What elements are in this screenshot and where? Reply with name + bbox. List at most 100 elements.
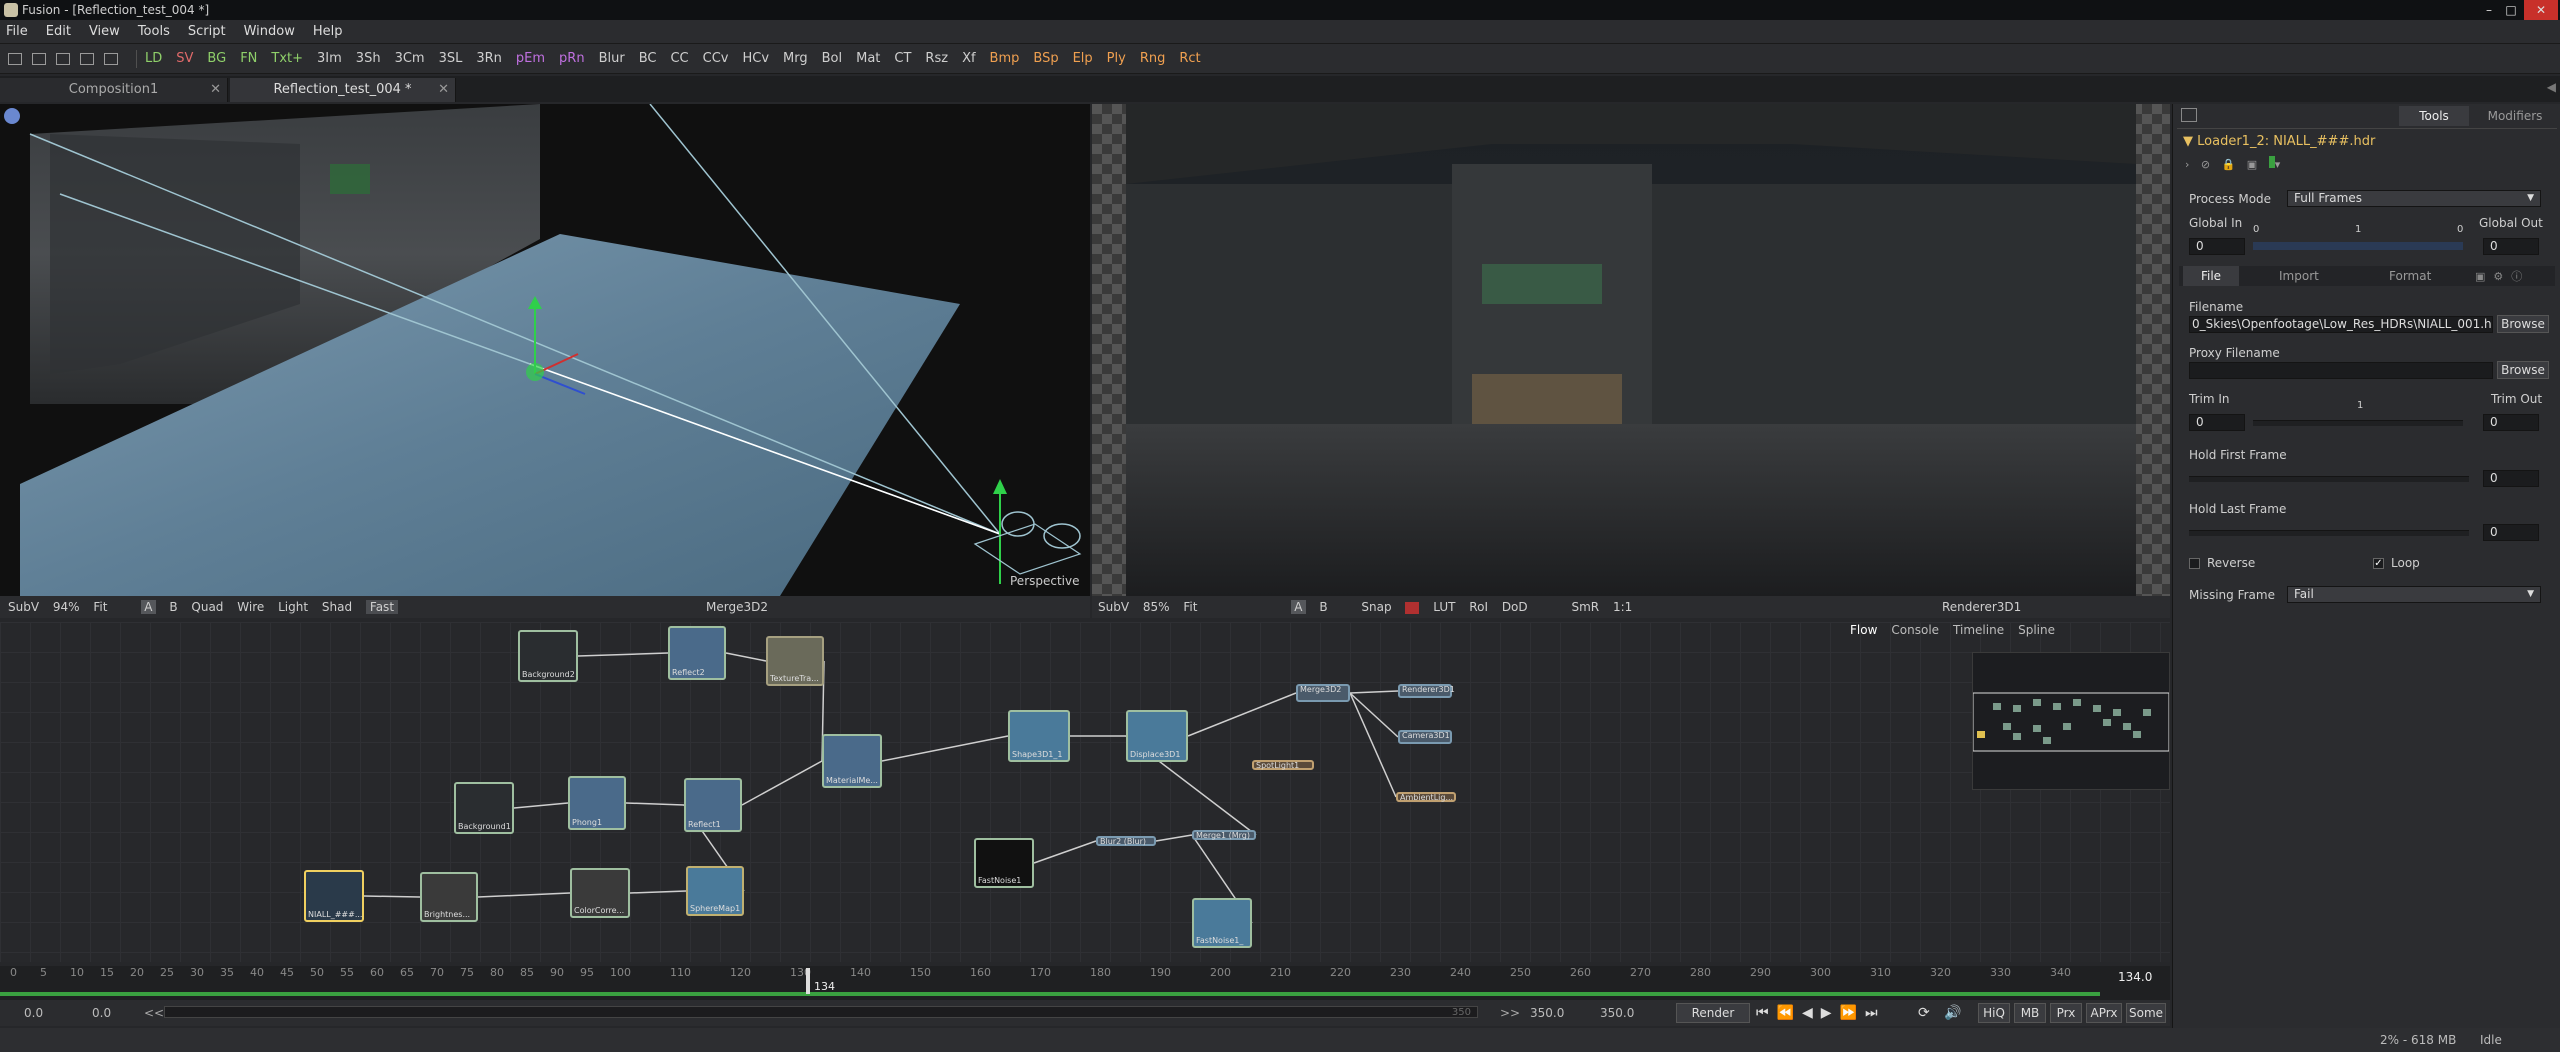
tool-button-ccv[interactable]: CCv — [703, 51, 729, 66]
tool-button-3rn[interactable]: 3Rn — [476, 51, 502, 66]
loop-icon[interactable]: ⟳ — [1918, 1000, 1930, 1026]
close-tab-icon[interactable]: ✕ — [210, 78, 221, 102]
subtab-import[interactable]: Import — [2279, 266, 2319, 286]
tool-button-3sl[interactable]: 3SL — [439, 51, 463, 66]
navigator-viewport[interactable] — [1972, 692, 2170, 752]
tool-button-mrg[interactable]: Mrg — [783, 51, 808, 66]
tool-button-cc[interactable]: CC — [670, 51, 688, 66]
close-tab-icon[interactable]: ✕ — [438, 78, 449, 102]
shadow-button[interactable]: Shad — [322, 600, 352, 614]
tool-control-icons[interactable]: › ⊘ 🔒 ▣ ▾ — [2185, 156, 2325, 171]
a-channel-button[interactable]: A — [1291, 600, 1306, 614]
menu-view[interactable]: View — [89, 24, 120, 39]
tool-button-xf[interactable]: Xf — [962, 51, 975, 66]
tool-button-mat[interactable]: Mat — [856, 51, 880, 66]
b-channel-button[interactable]: B — [1319, 600, 1327, 614]
hold-last-field[interactable]: 0 — [2483, 524, 2539, 541]
prx-button[interactable]: Prx — [2050, 1003, 2082, 1023]
menu-window[interactable]: Window — [244, 24, 295, 39]
tool-button-rsz[interactable]: Rsz — [925, 51, 948, 66]
render-button[interactable]: Render — [1676, 1003, 1750, 1023]
fit-button[interactable]: Fit — [93, 600, 107, 614]
tool-button-bc[interactable]: BC — [639, 51, 657, 66]
trim-in-field[interactable]: 0 — [2189, 414, 2245, 431]
trim-out-field[interactable]: 0 — [2483, 414, 2539, 431]
tab-tools[interactable]: Tools — [2399, 106, 2469, 126]
some-button[interactable]: Some — [2126, 1003, 2166, 1023]
tool-button-bsp[interactable]: BSp — [1033, 51, 1058, 66]
lock-layout-icon[interactable] — [104, 52, 118, 65]
tool-button-bmp[interactable]: Bmp — [990, 51, 1020, 66]
missing-frame-dropdown[interactable]: Fail ▼ — [2287, 586, 2541, 603]
dod-button[interactable]: DoD — [1502, 600, 1528, 614]
aprx-button[interactable]: APrx — [2086, 1003, 2122, 1023]
tool-button-rng[interactable]: Rng — [1140, 51, 1166, 66]
minimize-icon[interactable]: – — [2478, 0, 2500, 20]
tab-flow[interactable]: Flow — [1850, 623, 1877, 643]
left-viewer[interactable]: Perspective — [0, 103, 1090, 596]
end-frame-field[interactable]: 134.0 — [2118, 970, 2152, 984]
tab-timeline[interactable]: Timeline — [1953, 623, 2004, 643]
global-start-field[interactable]: 0.0 — [24, 1000, 43, 1026]
tool-button-ply[interactable]: Ply — [1107, 51, 1126, 66]
subtab-file[interactable]: File — [2183, 266, 2239, 286]
fit-button[interactable]: Fit — [1183, 600, 1197, 614]
wire-button[interactable]: Wire — [237, 600, 264, 614]
subview-button[interactable]: SubV — [8, 600, 39, 614]
zoom-level[interactable]: 85% — [1143, 600, 1170, 614]
color-swatch-icon[interactable] — [1405, 601, 1420, 614]
browse-filename-button[interactable]: Browse — [2497, 315, 2549, 333]
light-button[interactable]: Light — [278, 600, 308, 614]
scroll-right-icon[interactable]: >> — [1500, 1000, 1520, 1026]
tool-button-sv[interactable]: SV — [176, 51, 193, 66]
tab-reflection-test[interactable]: Reflection_test_004 * ✕ — [230, 78, 456, 102]
smr-button[interactable]: SmR — [1571, 600, 1599, 614]
menu-help[interactable]: Help — [313, 24, 343, 39]
loop-checkbox[interactable]: ✓ — [2373, 558, 2384, 569]
tool-button-rct[interactable]: Rct — [1179, 51, 1200, 66]
global-end-field[interactable]: 350.0 — [1600, 1000, 1634, 1026]
b-channel-button[interactable]: B — [169, 600, 177, 614]
tool-button-prn[interactable]: pRn — [559, 51, 585, 66]
right-viewer[interactable] — [1092, 104, 2170, 596]
tool-button-bol[interactable]: Bol — [822, 51, 842, 66]
layout-vertical-icon[interactable] — [80, 52, 94, 65]
global-in-field[interactable]: 0 — [2189, 238, 2245, 255]
flow-editor[interactable]: Background2 Reflect2 TextureTra... Backgrou… — [0, 622, 2170, 962]
scroll-left-icon[interactable]: << — [144, 1000, 164, 1026]
tool-header[interactable]: ▼ Loader1_2: NIALL_###.hdr — [2183, 134, 2375, 149]
fast-button[interactable]: Fast — [365, 600, 399, 614]
snap-button[interactable]: Snap — [1361, 600, 1391, 614]
tool-button-pem[interactable]: pEm — [516, 51, 545, 66]
view-sphere-icon[interactable] — [4, 108, 20, 124]
tool-button-hcv[interactable]: HCv — [742, 51, 769, 66]
tool-button-fn[interactable]: FN — [240, 51, 257, 66]
maximize-icon[interactable]: □ — [2500, 0, 2522, 20]
tool-button-elp[interactable]: Elp — [1073, 51, 1093, 66]
layout-horizontal-icon[interactable] — [56, 52, 70, 65]
quad-button[interactable]: Quad — [191, 600, 223, 614]
reverse-checkbox[interactable] — [2189, 558, 2200, 569]
tab-spline[interactable]: Spline — [2018, 623, 2055, 643]
global-out-field[interactable]: 0 — [2483, 238, 2539, 255]
lut-button[interactable]: LUT — [1433, 600, 1455, 614]
a-channel-button[interactable]: A — [141, 600, 156, 614]
hold-first-slider[interactable] — [2189, 476, 2469, 482]
audio-icon[interactable]: 🔊 — [1944, 1000, 1961, 1026]
subtab-format[interactable]: Format — [2389, 266, 2431, 286]
hiq-button[interactable]: HiQ — [1978, 1003, 2010, 1023]
tool-button-ld[interactable]: LD — [145, 51, 162, 66]
zoom-level[interactable]: 94% — [53, 600, 80, 614]
subview-button[interactable]: SubV — [1098, 600, 1129, 614]
tab-overflow-icon[interactable]: ◀ — [2547, 80, 2556, 94]
close-icon[interactable]: ✕ — [2524, 0, 2558, 20]
render-end-field[interactable]: 350.0 — [1530, 1000, 1564, 1026]
playback-controls[interactable]: ⏮⏪◀▶⏩⏭ — [1756, 1000, 1886, 1026]
collapse-panel-icon[interactable] — [2181, 108, 2197, 122]
filename-field[interactable]: 0_Skies\Openfootage\Low_Res_HDRs\NIALL_0… — [2189, 316, 2493, 333]
tool-button-txt[interactable]: Txt+ — [271, 51, 303, 66]
global-range-slider[interactable] — [2253, 242, 2463, 250]
playhead[interactable] — [806, 968, 810, 994]
layout-split-icon[interactable] — [32, 52, 46, 65]
render-start-field[interactable]: 0.0 — [92, 1000, 111, 1026]
